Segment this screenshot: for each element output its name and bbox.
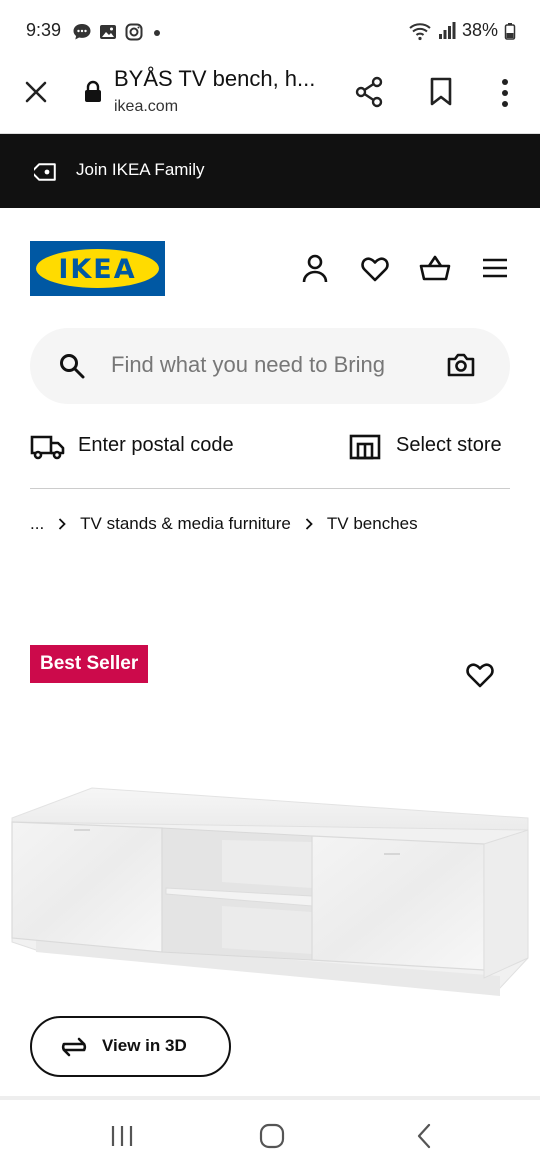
status-bar: 9:39 38% bbox=[0, 0, 540, 62]
bookmark-icon[interactable] bbox=[429, 77, 453, 107]
lock-icon[interactable] bbox=[83, 80, 103, 104]
status-time: 9:39 bbox=[26, 20, 62, 40]
account-icon[interactable] bbox=[301, 254, 329, 284]
search-input[interactable]: Find what you need to Bring bbox=[111, 352, 427, 378]
add-to-favourites-icon[interactable] bbox=[466, 662, 494, 688]
recent-apps-icon[interactable] bbox=[110, 1124, 134, 1148]
camera-search-icon[interactable] bbox=[446, 352, 476, 378]
product-image[interactable] bbox=[0, 770, 540, 1010]
view-in-3d-button[interactable]: View in 3D bbox=[30, 1016, 231, 1077]
page-domain[interactable]: ikea.com bbox=[114, 98, 178, 116]
join-family-label: Join IKEA Family bbox=[76, 160, 205, 179]
breadcrumb: ... TV stands & media furniture TV bench… bbox=[30, 514, 418, 534]
breadcrumb-item-tv-benches[interactable]: TV benches bbox=[327, 514, 418, 534]
browser-toolbar: BYÅS TV bench, h... ikea.com bbox=[0, 62, 540, 134]
status-system-icons: 38% bbox=[408, 20, 516, 41]
divider bbox=[30, 488, 510, 489]
breadcrumb-item-ellipsis[interactable]: ... bbox=[30, 514, 44, 534]
wifi-icon bbox=[409, 22, 431, 40]
search-bar[interactable]: Find what you need to Bring bbox=[30, 328, 510, 404]
select-store-button[interactable]: Select store bbox=[349, 431, 510, 465]
heart-icon[interactable] bbox=[361, 256, 389, 282]
battery-icon bbox=[504, 22, 516, 40]
breadcrumb-item-tv-stands[interactable]: TV stands & media furniture bbox=[80, 514, 291, 534]
signal-icon bbox=[438, 21, 456, 39]
tag-icon bbox=[34, 163, 56, 181]
rotate-3d-icon bbox=[61, 1037, 87, 1057]
gallery-icon bbox=[100, 25, 116, 39]
share-icon[interactable] bbox=[354, 76, 384, 108]
best-seller-badge: Best Seller bbox=[30, 645, 149, 683]
logo-text: IKEA bbox=[58, 254, 137, 285]
instagram-icon bbox=[125, 23, 143, 41]
battery-percent: 38% bbox=[461, 20, 498, 40]
menu-icon[interactable] bbox=[482, 257, 508, 279]
chevron-right-icon bbox=[59, 518, 66, 530]
system-navigation-bar bbox=[0, 1096, 540, 1170]
chevron-right-icon bbox=[305, 518, 313, 530]
basket-icon[interactable] bbox=[419, 254, 451, 282]
more-options-icon[interactable] bbox=[499, 78, 511, 108]
page-title[interactable]: BYÅS TV bench, h... bbox=[114, 66, 315, 92]
delivery-truck-icon bbox=[30, 435, 65, 460]
search-icon bbox=[60, 354, 85, 379]
back-icon[interactable] bbox=[416, 1123, 432, 1149]
close-icon[interactable] bbox=[24, 80, 48, 104]
view-in-3d-label: View in 3D bbox=[102, 1036, 187, 1055]
dot-icon bbox=[154, 30, 160, 36]
ikea-logo[interactable]: IKEA bbox=[30, 241, 165, 296]
home-icon[interactable] bbox=[259, 1123, 285, 1149]
status-notification-icons bbox=[72, 22, 164, 42]
join-family-banner[interactable]: Join IKEA Family bbox=[0, 134, 540, 208]
store-icon bbox=[349, 434, 381, 460]
chat-icon bbox=[73, 24, 91, 40]
select-store-label: Select store bbox=[396, 434, 502, 456]
postal-code-button[interactable]: Enter postal code bbox=[30, 431, 250, 465]
postal-code-label: Enter postal code bbox=[78, 434, 234, 456]
